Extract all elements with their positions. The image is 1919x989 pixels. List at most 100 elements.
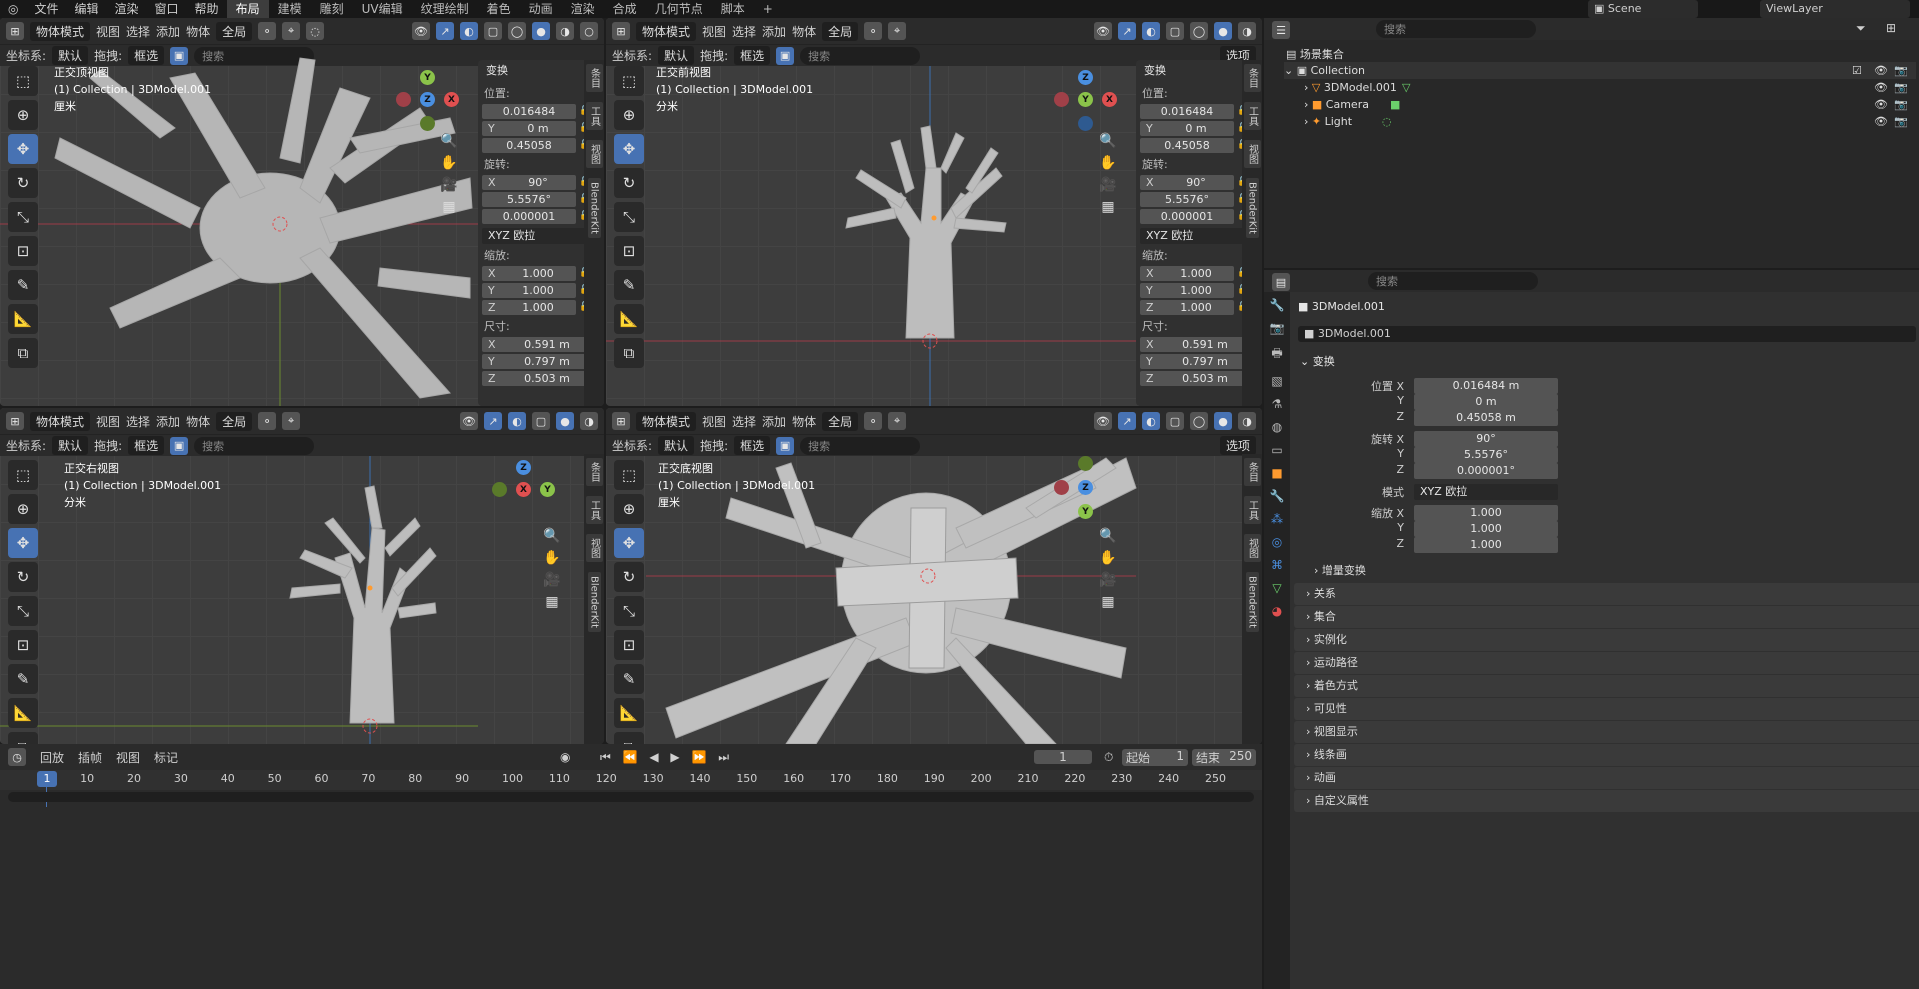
scale-z[interactable]: Z1.000🔓	[482, 299, 594, 315]
scale-icon[interactable]: ⤡	[8, 596, 38, 626]
ortho-grid-icon[interactable]: ▦	[545, 594, 558, 610]
transform-icon[interactable]: ⊡	[614, 236, 644, 266]
rotation-z[interactable]: 0.000001🔓	[1140, 208, 1252, 224]
prop-rot-x[interactable]: 90°	[1414, 431, 1558, 447]
timeline-type-icon[interactable]: ◷	[8, 748, 26, 766]
section-animation[interactable]: › 动画	[1294, 767, 1919, 789]
select-box-icon[interactable]: ⬚	[614, 66, 644, 96]
gizmo-y-axis[interactable]: Y	[420, 70, 435, 85]
prop-rot-z[interactable]: 0.000001°	[1414, 463, 1558, 479]
add-workspace-button[interactable]: +	[754, 0, 782, 18]
prop-rot-y[interactable]: 5.5576°	[1414, 447, 1558, 463]
location-y[interactable]: Y0 m🔓	[482, 120, 594, 136]
tab-animation[interactable]: 动画	[520, 0, 562, 18]
tab-sculpt[interactable]: 雕刻	[311, 0, 353, 18]
rotation-y[interactable]: 5.5576°🔓	[1140, 191, 1252, 207]
scene-selector[interactable]: ▣ Scene	[1588, 0, 1698, 18]
scale-x[interactable]: X1.000🔓	[482, 265, 594, 281]
scene-collection-row[interactable]: ▤ 场景集合	[1286, 46, 1344, 63]
prop-loc-x[interactable]: 0.016484 m	[1414, 378, 1558, 394]
timeline-scrollbar[interactable]	[8, 792, 1254, 802]
transform-icon[interactable]: ⊡	[8, 630, 38, 660]
eye-icon[interactable]: 👁	[1874, 96, 1888, 113]
move-icon[interactable]: ✥	[614, 134, 644, 164]
gizmo-z-axis[interactable]: Z	[516, 460, 531, 475]
tab-view[interactable]: 视图	[585, 140, 603, 168]
scale-icon[interactable]: ⤡	[614, 202, 644, 232]
eye-icon[interactable]: 👁	[1874, 79, 1888, 96]
tab-view[interactable]: 视图	[1243, 534, 1261, 562]
rotation-x[interactable]: X90°🔓	[482, 174, 594, 190]
eye-icon[interactable]: 👁	[1874, 62, 1888, 79]
camera-render-icon[interactable]: 📷	[1894, 96, 1908, 113]
current-frame-field[interactable]: 1	[1034, 750, 1092, 764]
tool-tab-icon[interactable]: 🔧	[1270, 298, 1285, 312]
delta-transform-section[interactable]: › 增量变换	[1314, 563, 1366, 579]
camera-view-icon[interactable]: 🎥	[440, 177, 457, 193]
camera-view-icon[interactable]: 🎥	[543, 572, 560, 588]
section-collections[interactable]: › 集合	[1294, 606, 1919, 628]
dim-y[interactable]: Y 0.797 m	[482, 353, 594, 369]
scene-tab-icon[interactable]: ⚗	[1272, 397, 1283, 411]
eye-icon[interactable]: 👁	[1874, 113, 1888, 130]
object-name-field[interactable]: ■ 3DModel.001	[1298, 326, 1916, 342]
section-relations[interactable]: › 关系	[1294, 583, 1919, 605]
select-box-icon[interactable]: ⬚	[614, 460, 644, 490]
annotate-icon[interactable]: ✎	[8, 270, 38, 300]
tab-item[interactable]: 条目	[1243, 458, 1261, 486]
prop-scale-z[interactable]: 1.000	[1414, 537, 1558, 553]
blender-logo-icon[interactable]: ◎	[0, 0, 26, 18]
expand-icon[interactable]: ›	[1304, 98, 1312, 111]
select-box-icon[interactable]: ⬚	[8, 66, 38, 96]
add-cube-icon[interactable]: ⧉	[614, 732, 644, 744]
playback-controls[interactable]: ⏮ ⏪ ◀ ▶ ⏩ ⏭	[600, 750, 733, 765]
tab-texture-paint[interactable]: 纹理绘制	[412, 0, 478, 18]
rotation-mode-dropdown[interactable]: XYZ 欧拉	[482, 228, 594, 244]
gizmo-x-axis[interactable]: X	[1102, 92, 1117, 107]
camera-render-icon[interactable]: 📷	[1894, 113, 1908, 130]
measure-icon[interactable]: 📐	[614, 698, 644, 728]
gizmo-neg-x[interactable]	[1054, 480, 1069, 495]
ortho-grid-icon[interactable]: ▦	[442, 199, 455, 215]
start-frame-field[interactable]: 起始 1	[1122, 748, 1188, 766]
measure-icon[interactable]: 📐	[614, 304, 644, 334]
select-box-icon[interactable]: ⬚	[8, 460, 38, 490]
gizmo-neg-y[interactable]	[420, 116, 435, 131]
prop-scale-x[interactable]: 1.000	[1414, 505, 1558, 521]
zoom-icon[interactable]: 🔍	[1099, 133, 1116, 149]
menu-file[interactable]: 文件	[26, 0, 66, 18]
tab-tool[interactable]: 工具	[1243, 496, 1261, 524]
gizmo-neg-x[interactable]	[396, 92, 411, 107]
autokey-icon[interactable]: ◉	[560, 750, 570, 764]
ortho-grid-icon[interactable]: ▦	[1101, 199, 1114, 215]
pan-hand-icon[interactable]: ✋	[543, 550, 560, 566]
scale-x[interactable]: X1.000🔓	[1140, 265, 1252, 281]
menu-marker[interactable]: 标记	[154, 749, 178, 766]
new-collection-icon[interactable]: ⊞	[1886, 21, 1896, 35]
tab-blenderkit[interactable]: BlenderKit	[1245, 178, 1259, 238]
viewlayer-selector[interactable]: ViewLayer	[1760, 0, 1910, 18]
viewport-front[interactable]: ⊞ 物体模式 视图 选择 添加 物体 全局 ⚬ ⌖ 👁 ↗ ◐ ▢ ◯ ● ◑ …	[606, 18, 1262, 406]
menu-help[interactable]: 帮助	[187, 0, 227, 18]
menu-window[interactable]: 窗口	[147, 0, 187, 18]
gizmo-z-axis[interactable]: Z	[1078, 70, 1093, 85]
menu-render[interactable]: 渲染	[107, 0, 147, 18]
gizmo-x-axis[interactable]: X	[516, 482, 531, 497]
expand-icon[interactable]: ⌄	[1284, 64, 1297, 77]
tab-layout[interactable]: 布局	[226, 0, 269, 18]
camera-render-icon[interactable]: 📷	[1894, 62, 1908, 79]
section-visibility[interactable]: › 可见性	[1294, 698, 1919, 720]
dim-y[interactable]: Y 0.797 m	[1140, 353, 1252, 369]
gizmo-y-axis[interactable]: Y	[1078, 92, 1093, 107]
tab-view[interactable]: 视图	[1243, 140, 1261, 168]
gizmo-neg-y[interactable]: Y	[1078, 504, 1093, 519]
gizmo-neg-y[interactable]	[492, 482, 507, 497]
tab-tool[interactable]: 工具	[1243, 102, 1261, 130]
clock-icon[interactable]: ⏱	[1104, 750, 1113, 765]
move-icon[interactable]: ✥	[8, 528, 38, 558]
menu-edit[interactable]: 编辑	[67, 0, 107, 18]
rotate-icon[interactable]: ↻	[614, 562, 644, 592]
tab-modeling[interactable]: 建模	[269, 0, 311, 18]
prop-loc-z[interactable]: 0.45058 m	[1414, 410, 1558, 426]
pan-hand-icon[interactable]: ✋	[440, 155, 457, 171]
